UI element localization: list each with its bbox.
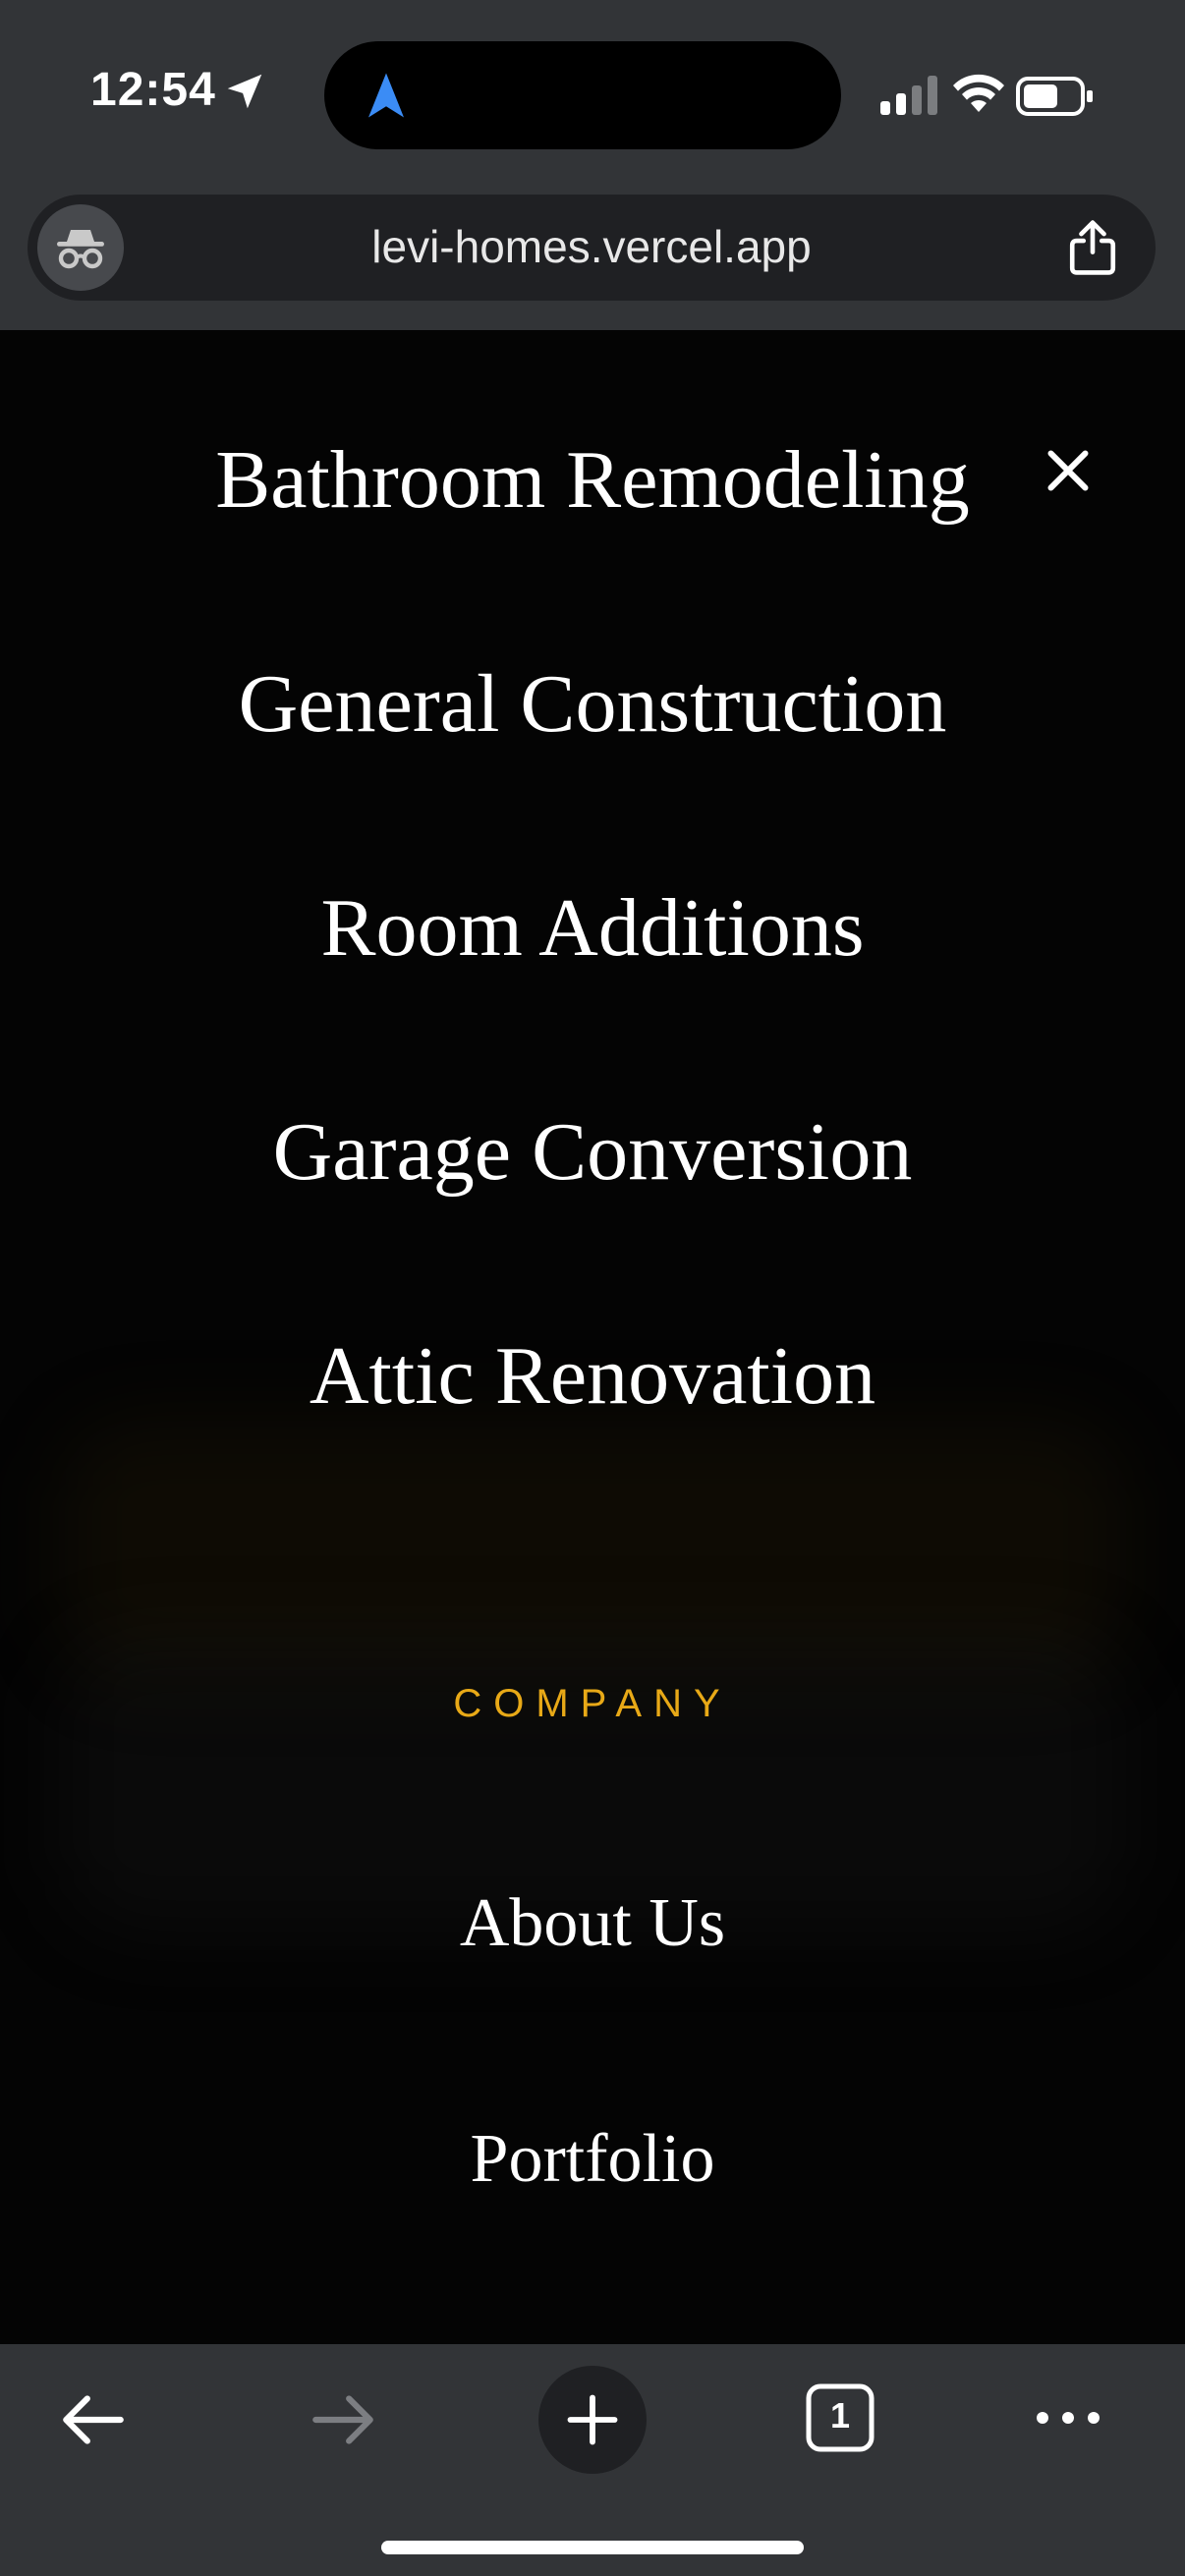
close-icon[interactable] — [1044, 446, 1093, 495]
battery-icon — [1016, 77, 1093, 116]
tab-count: 1 — [829, 2395, 851, 2436]
menu-link-portfolio[interactable]: Portfolio — [0, 2120, 1185, 2199]
home-indicator — [381, 2541, 804, 2554]
cellular-signal-icon — [880, 76, 937, 115]
new-tab-button[interactable] — [538, 2366, 647, 2474]
tab-switcher-button[interactable]: 1 — [804, 2381, 876, 2454]
forward-arrow-icon[interactable] — [307, 2383, 379, 2456]
status-time: 12:54 — [90, 64, 216, 116]
address-bar[interactable]: levi-homes.vercel.app — [28, 195, 1156, 301]
menu-link-attic-renovation[interactable]: Attic Renovation — [0, 1328, 1185, 1424]
section-label-company: COMPANY — [453, 1682, 732, 1725]
mobile-nav-menu: Bathroom Remodeling General Construction… — [0, 330, 1185, 2344]
more-options-icon[interactable] — [1034, 2403, 1102, 2433]
menu-link-general-construction[interactable]: General Construction — [0, 656, 1185, 752]
menu-link-garage-conversion[interactable]: Garage Conversion — [0, 1104, 1185, 1200]
location-arrow-icon — [227, 74, 262, 109]
back-arrow-icon[interactable] — [57, 2383, 130, 2456]
share-icon[interactable] — [1065, 218, 1120, 277]
browser-top-chrome: 12:54 levi-homes.vercel.app — [0, 0, 1185, 330]
navigation-icon — [368, 73, 404, 118]
menu-link-about-us[interactable]: About Us — [0, 1884, 1185, 1963]
menu-link-bathroom-remodeling[interactable]: Bathroom Remodeling — [0, 432, 1185, 528]
wifi-icon — [953, 74, 1004, 112]
dynamic-island — [324, 41, 841, 149]
url-text[interactable]: levi-homes.vercel.app — [28, 220, 1156, 273]
menu-link-room-additions[interactable]: Room Additions — [0, 880, 1185, 976]
plus-icon — [567, 2394, 618, 2445]
